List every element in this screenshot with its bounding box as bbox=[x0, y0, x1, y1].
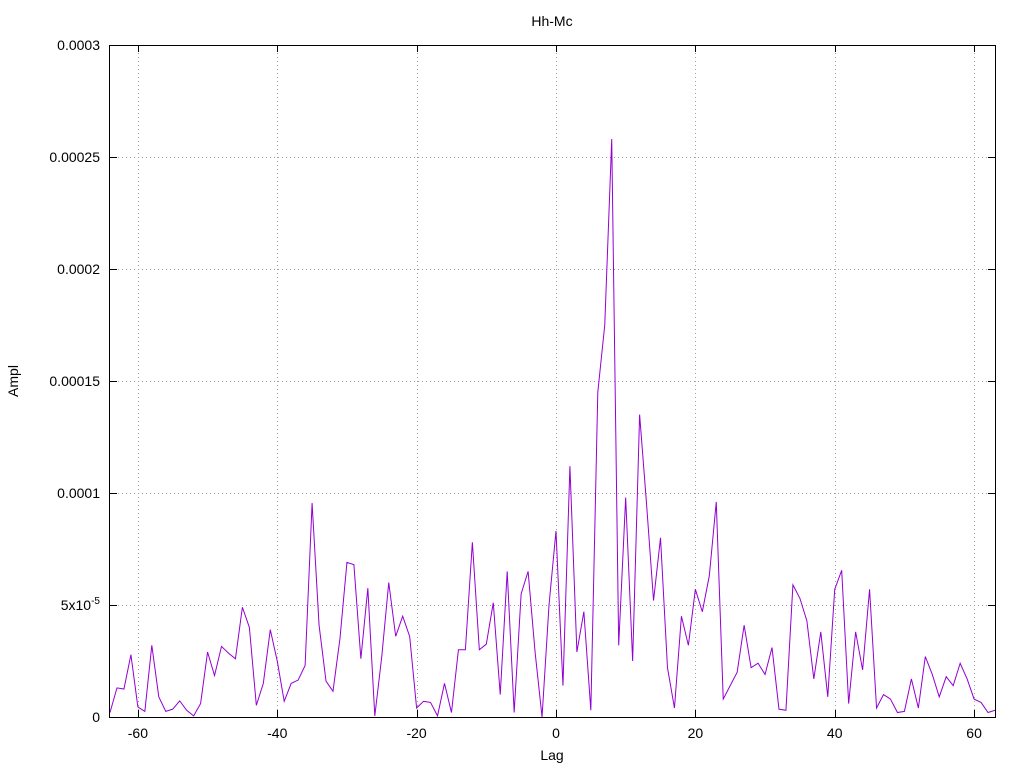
y-tick-label: 0.00025 bbox=[49, 149, 100, 165]
series-layer bbox=[109, 139, 996, 718]
x-tick-label: 60 bbox=[966, 725, 982, 741]
x-tick-label: -60 bbox=[128, 725, 148, 741]
x-tick-label: 20 bbox=[688, 725, 704, 741]
y-tick-label: 5x10-5 bbox=[61, 596, 101, 613]
x-tick-label: 40 bbox=[827, 725, 843, 741]
x-axis-label: Lag bbox=[540, 747, 563, 763]
y-tick-label: 0.0003 bbox=[57, 37, 100, 53]
grid-lines bbox=[110, 45, 995, 717]
x-tick-label: -20 bbox=[406, 725, 426, 741]
x-tick-labels: -60 -40 -20 0 20 40 60 bbox=[128, 725, 982, 741]
x-tick-label: -40 bbox=[267, 725, 287, 741]
chart-title: Hh-Mc bbox=[531, 13, 572, 29]
chart: -60 -40 -20 0 20 40 60 0 5x10-5 0.0001 0.00015 0.0… bbox=[5, 13, 996, 763]
y-tick-label: 0.0002 bbox=[57, 261, 100, 277]
y-axis-label: Ampl bbox=[5, 365, 21, 397]
y-tick-label: 0.00015 bbox=[49, 373, 100, 389]
series-line bbox=[109, 139, 996, 718]
y-tick-label: 0 bbox=[92, 709, 100, 725]
y-tick-label: 0.0001 bbox=[57, 485, 100, 501]
y-tick-labels: 0 5x10-5 0.0001 0.00015 0.0002 0.00025 0.0003 bbox=[49, 37, 100, 725]
x-tick-label: 0 bbox=[552, 725, 560, 741]
